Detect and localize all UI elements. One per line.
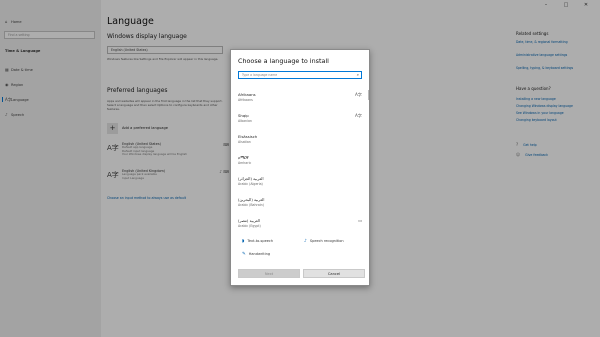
display-language-icon: A字 — [354, 113, 362, 118]
language-search-placeholder: Type a language name — [242, 73, 278, 77]
language-option[interactable]: አማርኛ Amharic — [238, 153, 362, 171]
language-option[interactable]: Afrikaans Afrikaans A字 — [238, 90, 362, 108]
feature-speech-recognition: ♪ Speech recognition — [304, 239, 344, 244]
language-english-name: Amharic — [238, 161, 252, 165]
feature-legend: ◗ Text-to-speech ♪ Speech recognition ✎ Han… — [231, 236, 371, 264]
language-search-input[interactable]: Type a language name ⌕ — [238, 71, 362, 79]
language-native-name: Elsässisch — [238, 134, 258, 139]
language-native-name: العربية (البحرين) — [238, 197, 265, 202]
language-option[interactable]: العربية (البحرين) Arabic (Bahrain) — [238, 195, 362, 213]
language-english-name: Afrikaans — [238, 98, 253, 102]
text-to-speech-icon: ◗ — [242, 239, 245, 244]
language-option[interactable]: Elsässisch Alsatian — [238, 132, 362, 150]
language-option[interactable]: العربية (مصر) Arabic (Egypt) ▭ — [238, 216, 362, 234]
language-option-list[interactable]: Afrikaans Afrikaans A字 Shqip Albanian A字… — [231, 88, 371, 232]
language-english-name: Alsatian — [238, 140, 251, 144]
language-native-name: Afrikaans — [238, 92, 256, 97]
language-option[interactable]: Shqip Albanian A字 — [238, 111, 362, 129]
speech-recognition-icon: ♪ — [304, 239, 307, 244]
language-native-name: Shqip — [238, 113, 249, 118]
feature-handwriting: ✎ Handwriting — [242, 252, 271, 257]
language-english-name: Arabic (Bahrain) — [238, 203, 264, 207]
language-list-scrollbar[interactable] — [368, 90, 369, 100]
feature-text-to-speech: ◗ Text-to-speech — [242, 239, 274, 244]
handwriting-icon: ✎ — [242, 252, 246, 257]
language-native-name: العربية (الجزائر) — [238, 176, 264, 181]
language-english-name: Arabic (Algeria) — [238, 182, 263, 186]
cancel-button[interactable]: Cancel — [303, 269, 365, 278]
handwriting-support-icon: ▭ — [358, 218, 362, 223]
search-icon: ⌕ — [356, 72, 359, 77]
next-button[interactable]: Next — [238, 269, 300, 278]
display-language-icon: A字 — [354, 92, 362, 97]
dialog-title: Choose a language to install — [238, 57, 329, 65]
language-english-name: Albanian — [238, 119, 252, 123]
language-native-name: አማርኛ — [238, 155, 249, 160]
language-native-name: العربية (مصر) — [238, 218, 260, 223]
language-option[interactable]: العربية (الجزائر) Arabic (Algeria) — [238, 174, 362, 192]
language-english-name: Arabic (Egypt) — [238, 224, 261, 228]
choose-language-dialog: Choose a language to install Type a lang… — [230, 49, 370, 286]
